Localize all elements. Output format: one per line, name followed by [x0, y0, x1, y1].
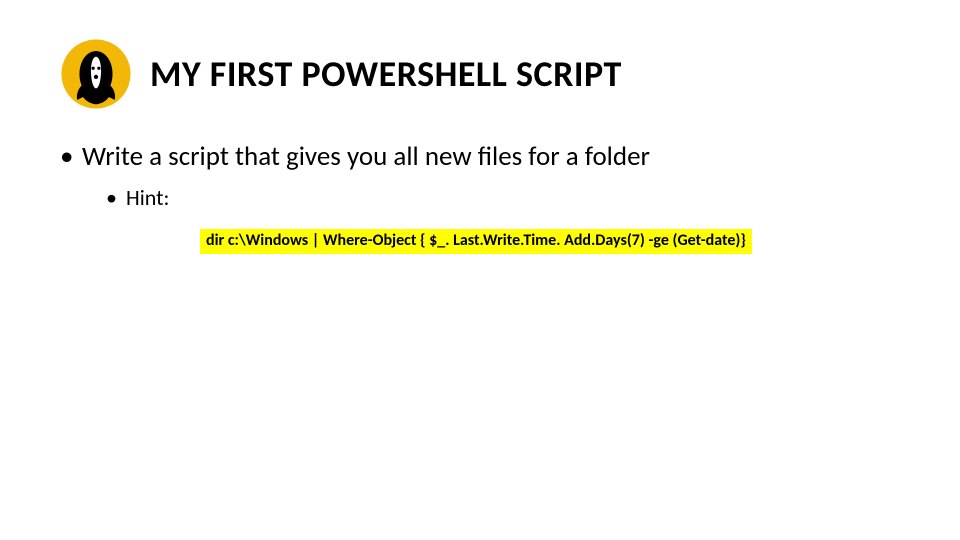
code-wrap: dir c:\Windows | Where-Object { $_. Last…: [200, 220, 900, 254]
slide: MY FIRST POWERSHELL SCRIPT Write a scrip…: [0, 0, 960, 540]
bullet-hint-label: Hint:: [126, 184, 169, 211]
hint-code-box: dir c:\Windows | Where-Object { $_. Last…: [200, 229, 752, 254]
slide-body: Write a script that gives you all new fi…: [60, 140, 900, 254]
slide-title: MY FIRST POWERSHELL SCRIPT: [150, 52, 622, 96]
bullet-hint: Hint:: [106, 184, 900, 213]
bullet-list: Write a script that gives you all new fi…: [60, 140, 900, 254]
badger-emblem-icon: [60, 38, 132, 110]
bullet-main: Write a script that gives you all new fi…: [60, 140, 900, 254]
bullet-sublist: Hint:: [106, 184, 900, 213]
bullet-main-text: Write a script that gives you all new fi…: [82, 140, 650, 173]
slide-header: MY FIRST POWERSHELL SCRIPT: [60, 38, 622, 110]
